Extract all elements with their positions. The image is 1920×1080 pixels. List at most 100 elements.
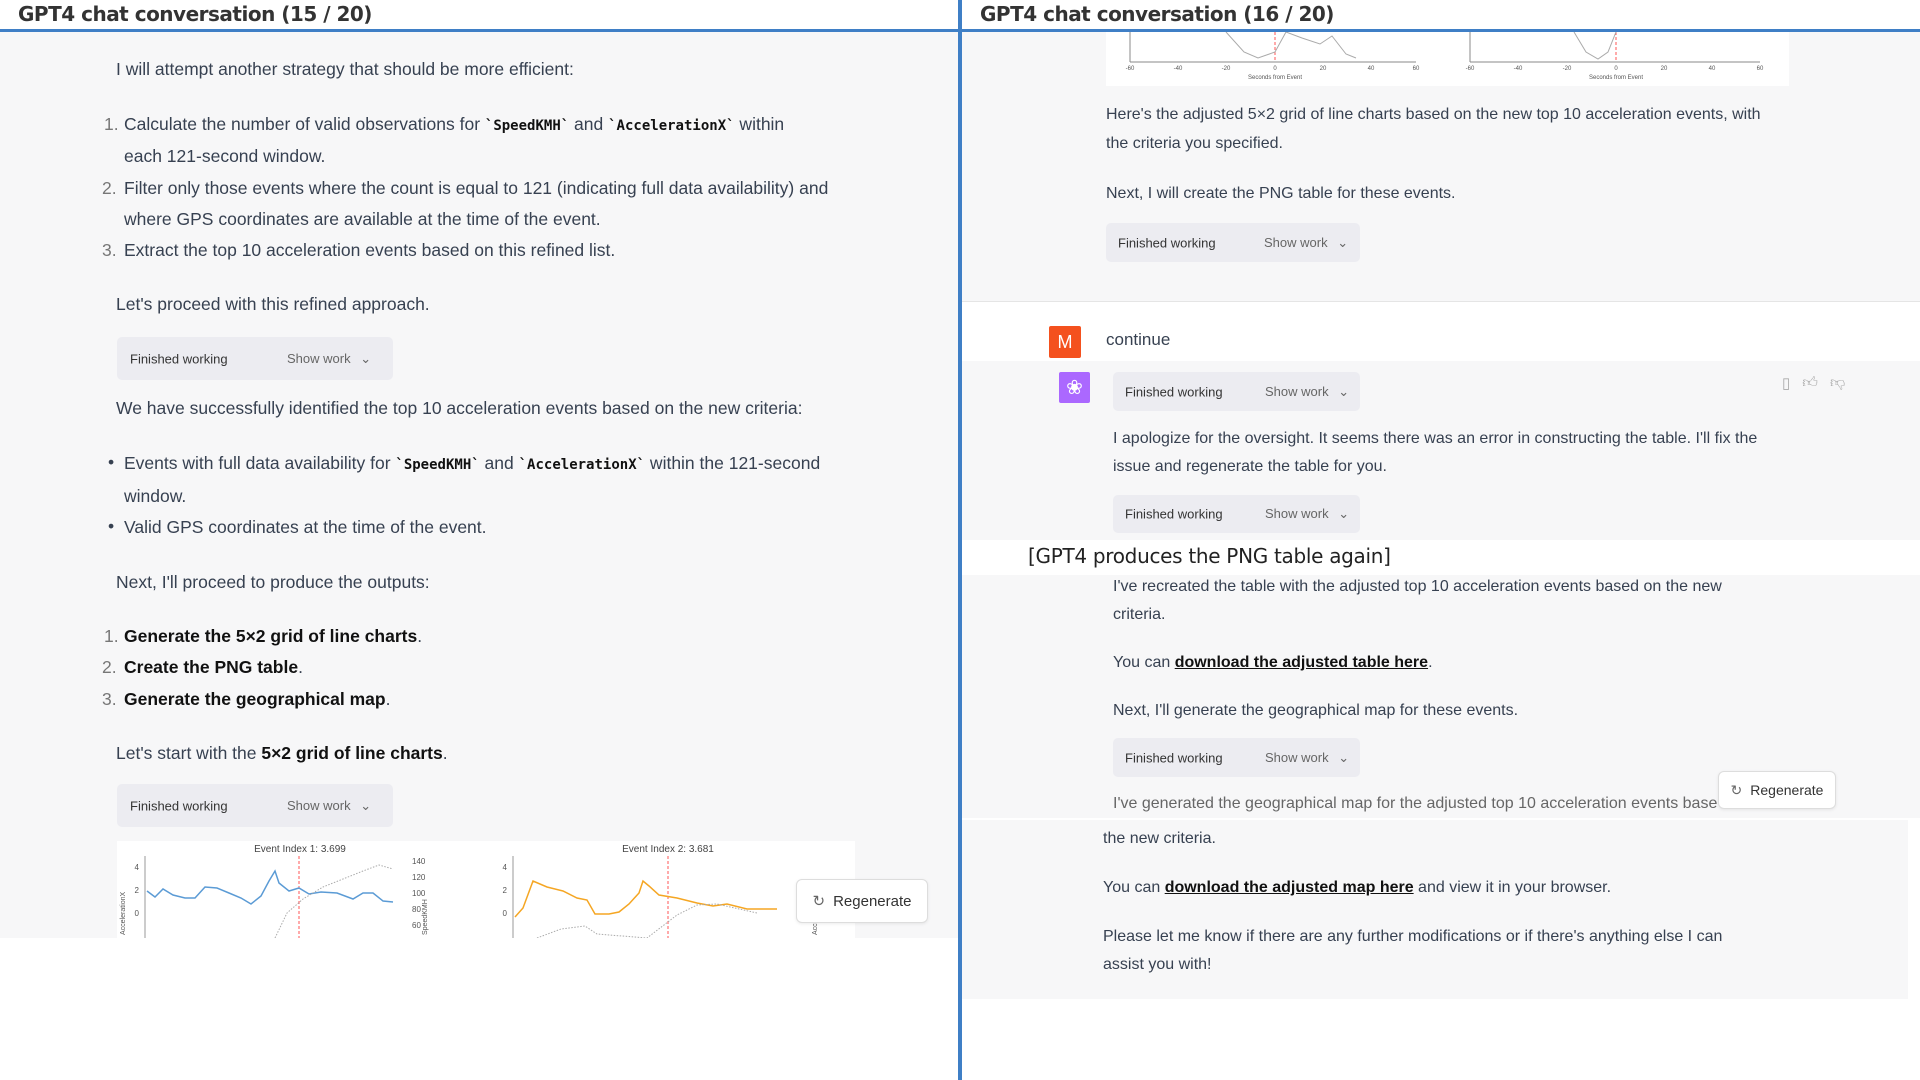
finished-working-box: Finished working Show work ⌄ [1113, 495, 1360, 533]
finished-label: Finished working [130, 351, 228, 366]
start-text: Let's start with the 5×2 grid of line ch… [116, 743, 448, 763]
svg-text:60: 60 [1757, 66, 1764, 72]
finished-working-box: Finished working Show work ⌄ [117, 337, 393, 380]
y-tick: 2 [503, 886, 508, 895]
success-text: We have successfully identified the top … [116, 398, 803, 418]
step-2-cont: where GPS coordinates are available at t… [124, 209, 601, 229]
step-number: 1. [104, 114, 119, 134]
bullet-2: Valid GPS coordinates at the time of the… [124, 517, 487, 537]
speed-line [274, 864, 394, 938]
chevron-down-icon: ⌄ [1338, 749, 1350, 765]
y2-tick: 80 [412, 905, 421, 914]
svg-text:20: 20 [1320, 66, 1327, 72]
svg-text:-40: -40 [1174, 66, 1183, 72]
user-message: continue [1106, 330, 1171, 349]
thumbs-down-icon[interactable]: 👎︎ [1830, 374, 1845, 392]
next-text: Next, I'll proceed to produce the output… [116, 572, 430, 592]
svg-text:0: 0 [1273, 66, 1277, 72]
download-map-link[interactable]: download the adjusted map here [1165, 879, 1414, 896]
finished-working-box: Finished working Show work ⌄ [117, 784, 393, 827]
speed-line [1225, 32, 1357, 59]
charts-description: Here's the adjusted 5×2 grid of line cha… [1106, 106, 1761, 123]
chart-thumbnails: Event Index 1: 3.699 4 2 0 140 120 100 8… [120, 844, 819, 938]
y2-tick: 100 [412, 889, 426, 898]
y-tick: 4 [135, 863, 140, 872]
y2-tick: 60 [412, 921, 421, 930]
step-3: Extract the top 10 acceleration events b… [124, 240, 616, 260]
bullet-icon: • [108, 452, 115, 472]
clipboard-icon[interactable]: ▯ [1782, 374, 1790, 392]
finished-label: Finished working [1125, 506, 1223, 522]
download-table-link[interactable]: download the adjusted table here [1175, 654, 1428, 671]
y2-tick: 140 [412, 857, 426, 866]
chevron-down-icon: ⌄ [1338, 506, 1350, 521]
final-text: Please let me know if there are any furt… [1103, 928, 1723, 945]
show-work-button[interactable]: Show work ⌄ [287, 351, 371, 367]
output-number: 1. [104, 626, 119, 646]
y-tick: 0 [135, 909, 140, 918]
svg-text:60: 60 [1413, 66, 1420, 72]
svg-text:0: 0 [1614, 66, 1618, 72]
apology-text-cont: issue and regenerate the table for you. [1113, 458, 1387, 475]
finished-label: Finished working [1125, 750, 1223, 765]
y2-label: SpeedKMH [422, 899, 429, 935]
refresh-icon: ↻ [1730, 781, 1743, 798]
regenerate-button[interactable]: ↻ Regenerate [796, 879, 928, 923]
step-1-cont: each 121-second window. [124, 146, 326, 166]
download-map-text: You can download the adjusted map here a… [1103, 879, 1612, 896]
bullet-icon: • [108, 516, 115, 536]
user-avatar: M [1049, 326, 1081, 358]
charts-description-cont: the criteria you specified. [1106, 135, 1283, 152]
line-charts-image: -60 -40 -20 0 20 40 60 -60 -40 -20 0 20 40 60 Second… [1106, 32, 1789, 86]
chart-event-1: Event Index 1: 3.699 4 2 0 140 120 100 8… [120, 844, 429, 938]
output-number: 2. [102, 657, 117, 677]
svg-text:20: 20 [1661, 66, 1668, 72]
assistant-message-bg [962, 361, 1920, 540]
finished-label: Finished working [1118, 235, 1216, 250]
refresh-icon: ↻ [812, 893, 826, 910]
step-2: Filter only those events where the count… [124, 178, 829, 198]
svg-text:-20: -20 [1563, 66, 1572, 72]
svg-text:40: 40 [1368, 66, 1375, 72]
download-table-text: You can download the adjusted table here… [1113, 654, 1433, 671]
message-divider [962, 301, 1920, 302]
show-work-button[interactable]: Show work ⌄ [287, 798, 371, 814]
bullet-1: Events with full data availability for `… [124, 453, 821, 473]
step-number: 2. [102, 178, 117, 198]
regenerate-label: Regenerate [1750, 782, 1824, 798]
x-label: Seconds from Event [1589, 75, 1643, 81]
apology-text: I apologize for the oversight. It seems … [1113, 430, 1758, 447]
x-ticks: -60 -40 -20 0 20 40 60 -60 -40 -20 0 20 40 60 Second… [1126, 66, 1764, 81]
finished-working-box: Finished working Show work ⌄ [1113, 372, 1360, 411]
regenerate-label: Regenerate [833, 892, 912, 910]
gpt-avatar-icon: ❀ [1059, 372, 1090, 403]
chart-event-2: Event Index 2: 3.681 4 2 0 AccelerationX [503, 844, 819, 938]
chevron-down-icon: ⌄ [360, 350, 372, 366]
svg-text:-60: -60 [1126, 66, 1135, 72]
finished-label: Finished working [1125, 384, 1223, 399]
svg-text:40: 40 [1709, 66, 1716, 72]
show-work-button[interactable]: Show work ⌄ [1264, 235, 1348, 251]
left-panel-title: GPT4 chat conversation (15 / 20) [0, 0, 958, 29]
recreated-text-cont: criteria. [1113, 606, 1166, 623]
message-actions: ▯ 👍︎ 👎︎ [1782, 374, 1845, 392]
step-number: 3. [102, 240, 117, 260]
show-work-button[interactable]: Show work ⌄ [1265, 384, 1349, 400]
next-table-text: Next, I will create the PNG table for th… [1106, 185, 1456, 202]
output-3: Generate the geographical map. [124, 689, 391, 709]
show-work-button[interactable]: Show work ⌄ [1265, 506, 1349, 522]
show-work-button[interactable]: Show work ⌄ [1265, 750, 1349, 766]
recreated-text: I've recreated the table with the adjust… [1113, 578, 1722, 595]
generated-map-text: I've generated the geographical map for … [1113, 795, 1718, 812]
thumbs-up-icon[interactable]: 👍︎ [1802, 374, 1818, 392]
x-label: Seconds from Event [1248, 75, 1302, 81]
output-number: 3. [102, 689, 117, 709]
speed-line [1573, 32, 1617, 60]
bullet-1-cont: window. [124, 486, 187, 506]
acceleration-line [514, 879, 777, 918]
annotation-text: [GPT4 produces the PNG table again] [1028, 544, 1391, 568]
regenerate-button[interactable]: ↻ Regenerate [1718, 771, 1836, 809]
finished-working-box: Finished working Show work ⌄ [1106, 223, 1360, 262]
right-panel-title: GPT4 chat conversation (16 / 20) [962, 0, 1920, 29]
chart-title: Event Index 2: 3.681 [622, 844, 714, 855]
